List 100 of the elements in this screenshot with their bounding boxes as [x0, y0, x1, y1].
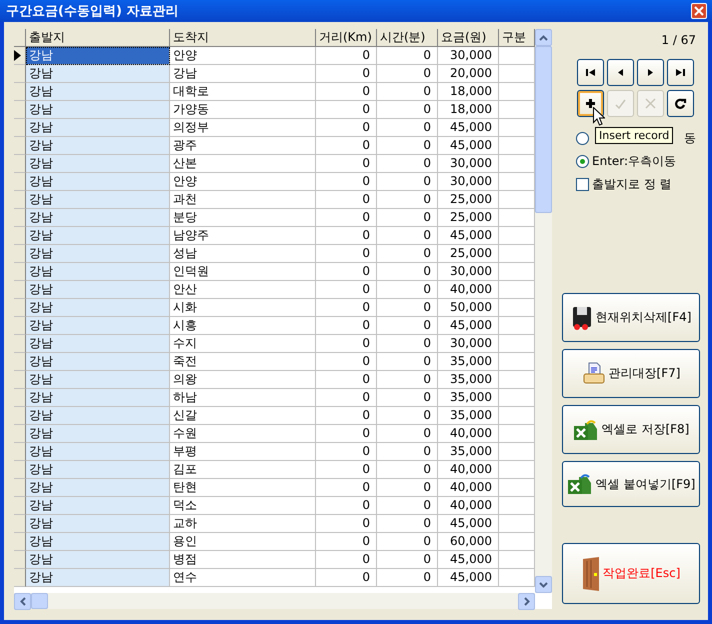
scroll-thumb[interactable] — [535, 46, 552, 213]
table-cell: 0 — [316, 155, 377, 173]
table-cell: 강남 — [26, 65, 170, 83]
window-title: 구간요금(수동입력) 자료관리 — [6, 3, 178, 20]
action-button[interactable]: 관리대장[F7] — [562, 349, 700, 398]
last-record-button[interactable] — [667, 59, 694, 86]
column-header[interactable]: 출발지 — [26, 29, 170, 47]
table-cell: 탄현 — [170, 479, 316, 497]
spreadsheet-icon — [572, 418, 599, 442]
radio-label: Enter:우측이동 — [592, 152, 676, 170]
table-cell: 45,000 — [438, 515, 499, 533]
table-cell: 강남 — [26, 263, 170, 281]
table-cell: 0 — [377, 317, 438, 335]
table-cell: 0 — [377, 533, 438, 551]
insert-record-button[interactable] — [577, 90, 604, 117]
table-cell: 강남 — [26, 245, 170, 263]
table-cell: 강남 — [26, 299, 170, 317]
tooltip: Insert record — [595, 127, 674, 144]
table-cell: 강남 — [26, 389, 170, 407]
radio-button[interactable] — [576, 132, 589, 144]
scroll-down-icon — [539, 582, 548, 588]
radio-button[interactable] — [576, 154, 589, 168]
table-cell: 0 — [316, 173, 377, 191]
table-cell: 교하 — [170, 515, 316, 533]
table-cell: 0 — [377, 443, 438, 461]
row-header[interactable] — [14, 47, 26, 65]
table-cell: 인덕원 — [170, 263, 316, 281]
table-cell: 35,000 — [438, 371, 499, 389]
table-cell: 45,000 — [438, 317, 499, 335]
table-cell: 강남 — [26, 209, 170, 227]
table-cell: 40,000 — [438, 461, 499, 479]
table-cell: 0 — [316, 299, 377, 317]
action-button[interactable]: 엑셀 붙여넣기[F9] — [562, 461, 700, 507]
table-cell: 0 — [377, 425, 438, 443]
scroll-thumb[interactable] — [31, 593, 48, 609]
table-cell: 45,000 — [438, 551, 499, 569]
door-icon — [582, 556, 600, 590]
column-header[interactable]: 시간(분) — [377, 29, 438, 47]
action-button[interactable]: 작업완료[Esc] — [562, 543, 700, 604]
table-cell: 강남 — [26, 425, 170, 443]
table-cell: 0 — [316, 443, 377, 461]
table-cell: 35,000 — [438, 353, 499, 371]
column-header[interactable]: 구분 — [499, 29, 535, 47]
vertical-scrollbar[interactable] — [535, 29, 552, 593]
table-cell: 35,000 — [438, 443, 499, 461]
table-cell: 20,000 — [438, 65, 499, 83]
column-header[interactable]: 도착지 — [170, 29, 316, 47]
table-cell: 0 — [316, 371, 377, 389]
next-record-button[interactable] — [637, 59, 664, 86]
refresh-icon — [674, 97, 687, 110]
table-cell: 강남 — [26, 569, 170, 587]
table-cell: 강남 — [170, 65, 316, 83]
table-cell: 부평 — [170, 443, 316, 461]
table-cell: 강남 — [26, 371, 170, 389]
table-cell: 50,000 — [438, 299, 499, 317]
column-header[interactable]: 거리(Km) — [316, 29, 377, 47]
spreadsheet-icon — [566, 472, 593, 496]
table-cell: 수원 — [170, 425, 316, 443]
table-cell: 0 — [316, 407, 377, 425]
table-cell: 45,000 — [438, 137, 499, 155]
previous-record-button[interactable] — [607, 59, 634, 86]
close-button[interactable] — [691, 3, 707, 19]
last-icon — [674, 66, 687, 79]
table-cell: 과천 — [170, 191, 316, 209]
table-cell: 덕소 — [170, 497, 316, 515]
table-cell: 18,000 — [438, 101, 499, 119]
table-cell: 강남 — [26, 281, 170, 299]
table-cell: 0 — [377, 137, 438, 155]
table-cell: 수지 — [170, 335, 316, 353]
table-cell: 강남 — [26, 47, 170, 65]
first-record-button[interactable] — [577, 59, 604, 86]
table-cell: 25,000 — [438, 191, 499, 209]
table-cell: 0 — [377, 83, 438, 101]
table-cell: 0 — [316, 497, 377, 515]
refresh-button[interactable] — [667, 90, 694, 117]
table-cell: 0 — [316, 47, 377, 65]
table-cell: 25,000 — [438, 209, 499, 227]
row-pointer-icon — [14, 50, 21, 61]
table-cell: 강남 — [26, 497, 170, 515]
close-icon — [694, 6, 704, 16]
table-cell: 0 — [316, 281, 377, 299]
table-cell: 죽전 — [170, 353, 316, 371]
horizontal-scrollbar[interactable] — [14, 593, 535, 609]
table-cell: 0 — [316, 317, 377, 335]
table-cell: 강남 — [26, 173, 170, 191]
column-header[interactable]: 요금(원) — [438, 29, 499, 47]
table-cell: 40,000 — [438, 479, 499, 497]
table-cell: 하남 — [170, 389, 316, 407]
checkbox[interactable] — [576, 178, 589, 190]
table-cell: 0 — [377, 371, 438, 389]
table-cell: 45,000 — [438, 569, 499, 587]
table-cell: 30,000 — [438, 335, 499, 353]
table-cell: 0 — [377, 119, 438, 137]
table-cell: 강남 — [26, 407, 170, 425]
table-cell: 0 — [316, 263, 377, 281]
table-cell: 성남 — [170, 245, 316, 263]
action-button[interactable]: 엑셀로 저장[F8] — [562, 405, 700, 454]
action-button[interactable]: 현재위치삭제[F4] — [562, 293, 700, 342]
table-cell: 광주 — [170, 137, 316, 155]
table-cell: 18,000 — [438, 83, 499, 101]
